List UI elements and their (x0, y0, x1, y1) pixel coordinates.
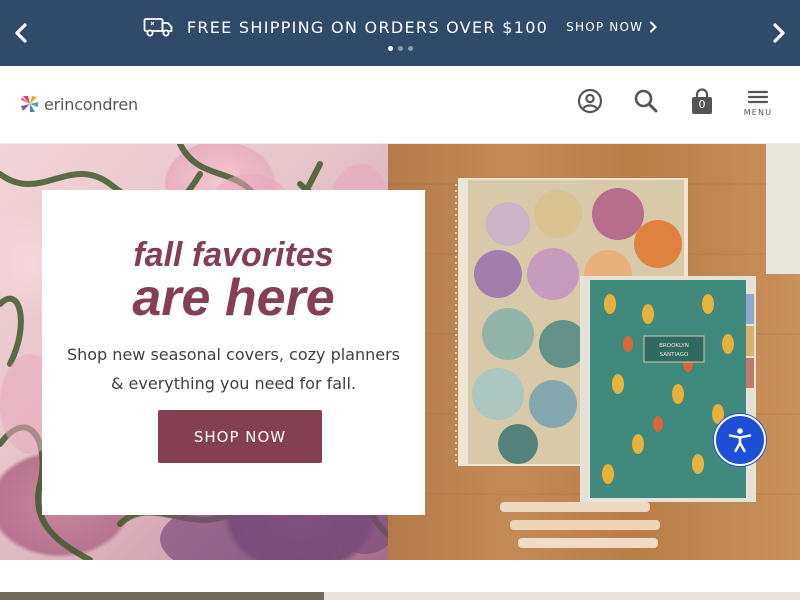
planner-name-line2: SANTIAGO (660, 352, 689, 358)
carousel-dot[interactable] (397, 46, 403, 51)
announcement-message: FREE SHIPPING ON ORDERS OVER $100 SHOP N… (0, 14, 800, 40)
search-icon (634, 89, 658, 113)
announcement-next-button[interactable] (764, 18, 794, 48)
cart-button[interactable]: 0 (688, 88, 716, 122)
brand-name: erincondren (44, 94, 138, 114)
account-icon (577, 88, 603, 114)
menu-icon (747, 90, 769, 104)
hero-subtitle: Shop new seasonal covers, cozy planners … (66, 345, 401, 393)
planners-product-image: BROOKLYN SANTIAGO (388, 144, 800, 560)
announcement-bar: FREE SHIPPING ON ORDERS OVER $100 SHOP N… (0, 0, 800, 66)
next-section-peek (0, 560, 800, 600)
search-button[interactable] (632, 88, 660, 122)
planner-name-line1: BROOKLYN (659, 343, 689, 349)
carousel-dots (0, 46, 800, 51)
hero-shop-now-button[interactable]: SHOP NOW (158, 410, 322, 463)
account-button[interactable] (576, 88, 604, 122)
site-header: erincondren 0 MENU (0, 66, 800, 144)
header-actions: 0 MENU (576, 88, 772, 122)
menu-button[interactable]: MENU (744, 88, 772, 122)
next-section-image-left (0, 592, 324, 600)
menu-label: MENU (743, 108, 773, 117)
accessibility-icon (728, 428, 752, 453)
announcement-shop-link[interactable]: SHOP NOW (566, 20, 658, 34)
chevron-right-icon (773, 23, 785, 43)
hero-headline-line2: are here (132, 269, 335, 327)
hero-headline-line1: fall favorites (133, 236, 334, 274)
carousel-dot[interactable] (407, 46, 413, 51)
brand-logo[interactable]: erincondren (20, 94, 138, 114)
planner-illustration: BROOKLYN SANTIAGO (388, 144, 800, 548)
hero-promo-card: fall favorites are here Shop new seasona… (42, 190, 425, 515)
hero-banner[interactable]: BROOKLYN SANTIAGO fall favorites are her… (0, 144, 800, 560)
announcement-text: FREE SHIPPING ON ORDERS OVER $100 (186, 17, 549, 37)
chevron-right-small-icon (650, 21, 658, 33)
accessibility-button[interactable] (714, 414, 766, 466)
carousel-dot[interactable] (387, 46, 393, 51)
next-section-image-right (324, 592, 800, 600)
truck-icon (143, 18, 173, 37)
announcement-shop-label: SHOP NOW (566, 20, 644, 34)
logo-mark-icon (21, 96, 38, 112)
cart-count: 0 (698, 98, 706, 111)
